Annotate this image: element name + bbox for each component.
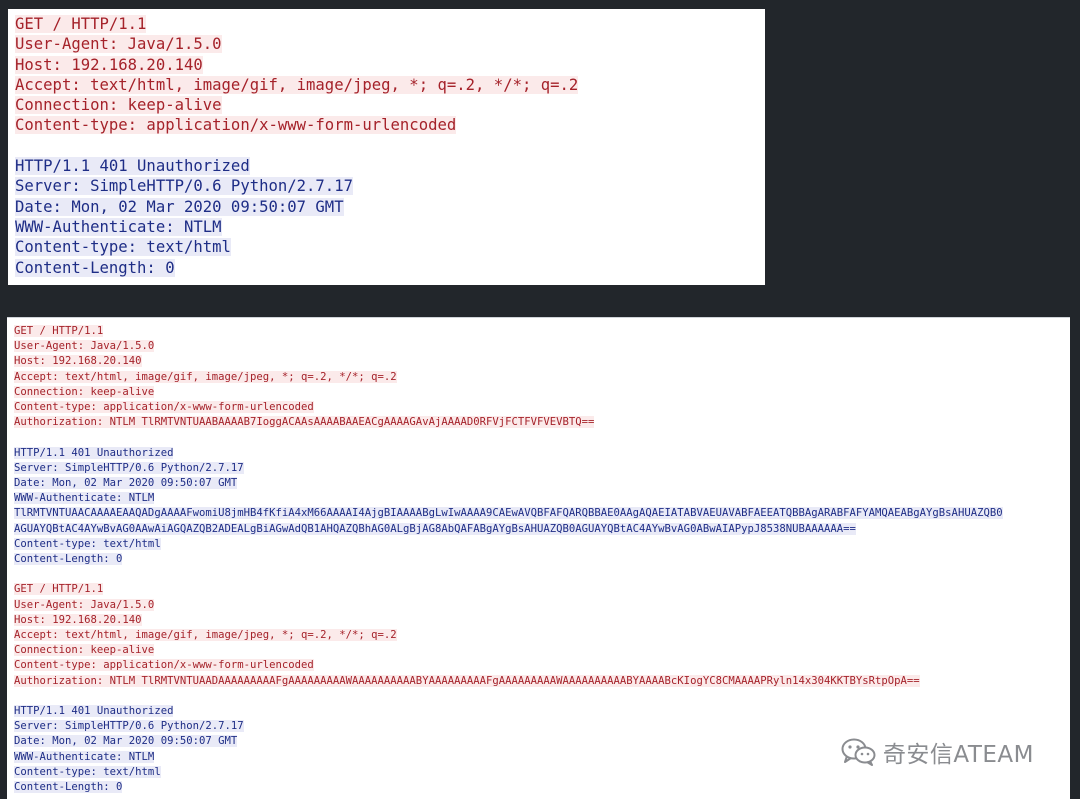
response-header: Date: Mon, 02 Mar 2020 09:50:07 GMT	[15, 197, 344, 216]
response-header: Date: Mon, 02 Mar 2020 09:50:07 GMT	[14, 477, 238, 490]
status-line: HTTP/1.1 401 Unauthorized	[15, 157, 250, 176]
status-line: HTTP/1.1 401 Unauthorized	[14, 446, 174, 459]
request-header: Host: 192.168.20.140	[14, 613, 142, 626]
request-line: GET / HTTP/1.1	[14, 583, 104, 596]
response-block-1: HTTP/1.1 401 Unauthorized Server: Simple…	[14, 446, 1070, 568]
ntlm-challenge-data: AGUAYQBtAC4AYwBvAG0AAwAiAGQAZQB2ADEALgBi…	[14, 522, 856, 535]
ntlm-challenge-data: TlRMTVNTUAACAAAAEAAQADgAAAAFwomiU8jmHB4f…	[14, 507, 1003, 520]
authorization-header: Authorization: NTLM TlRMTVNTUAABAAAAB7Io…	[14, 416, 595, 429]
request-block: GET / HTTP/1.1 User-Agent: Java/1.5.0 Ho…	[15, 14, 765, 136]
response-header: Content-Length: 0	[15, 258, 175, 277]
response-header: WWW-Authenticate: NTLM	[15, 217, 222, 236]
request-header: Content-type: application/x-www-form-url…	[15, 116, 457, 135]
request-block-1: GET / HTTP/1.1 User-Agent: Java/1.5.0 Ho…	[14, 324, 1070, 430]
response-header: Content-Length: 0	[14, 781, 123, 794]
wechat-icon	[841, 737, 877, 767]
request-block-2: GET / HTTP/1.1 User-Agent: Java/1.5.0 Ho…	[14, 582, 1070, 688]
request-header: User-Agent: Java/1.5.0	[14, 340, 155, 353]
response-header: Content-Length: 0	[14, 553, 123, 566]
request-header: Connection: keep-alive	[14, 644, 155, 657]
response-header: Content-type: text/html	[15, 238, 231, 257]
response-header: Server: SimpleHTTP/0.6 Python/2.7.17	[14, 720, 244, 733]
watermark-text: 奇安信ATEAM	[882, 742, 1034, 768]
request-header: Connection: keep-alive	[15, 96, 222, 115]
request-header: Accept: text/html, image/gif, image/jpeg…	[14, 370, 397, 383]
request-header: Connection: keep-alive	[14, 385, 155, 398]
watermark: 奇安信ATEAM	[841, 735, 1034, 769]
response-header: WWW-Authenticate: NTLM	[14, 492, 155, 505]
response-header: Server: SimpleHTTP/0.6 Python/2.7.17	[15, 177, 353, 196]
request-header: Accept: text/html, image/gif, image/jpeg…	[15, 75, 579, 94]
response-header: Content-type: text/html	[14, 537, 161, 550]
authorization-header: Authorization: NTLM TlRMTVNTUAADAAAAAAAA…	[14, 674, 920, 687]
status-line: HTTP/1.1 401 Unauthorized	[14, 705, 174, 718]
request-header: Host: 192.168.20.140	[15, 55, 203, 74]
request-header: Content-type: application/x-www-form-url…	[14, 659, 314, 672]
request-line: GET / HTTP/1.1	[15, 15, 147, 33]
request-header: User-Agent: Java/1.5.0	[14, 598, 155, 611]
response-header: Server: SimpleHTTP/0.6 Python/2.7.17	[14, 461, 244, 474]
request-header: User-Agent: Java/1.5.0	[15, 35, 222, 54]
http-capture-panel-1: GET / HTTP/1.1 User-Agent: Java/1.5.0 Ho…	[8, 9, 765, 285]
request-line: GET / HTTP/1.1	[14, 325, 104, 337]
response-block: HTTP/1.1 401 Unauthorized Server: Simple…	[15, 156, 765, 278]
http-capture-panel-2: GET / HTTP/1.1 User-Agent: Java/1.5.0 Ho…	[7, 317, 1070, 799]
request-header: Accept: text/html, image/gif, image/jpeg…	[14, 629, 397, 642]
request-header: Content-type: application/x-www-form-url…	[14, 401, 314, 414]
request-header: Host: 192.168.20.140	[14, 355, 142, 368]
